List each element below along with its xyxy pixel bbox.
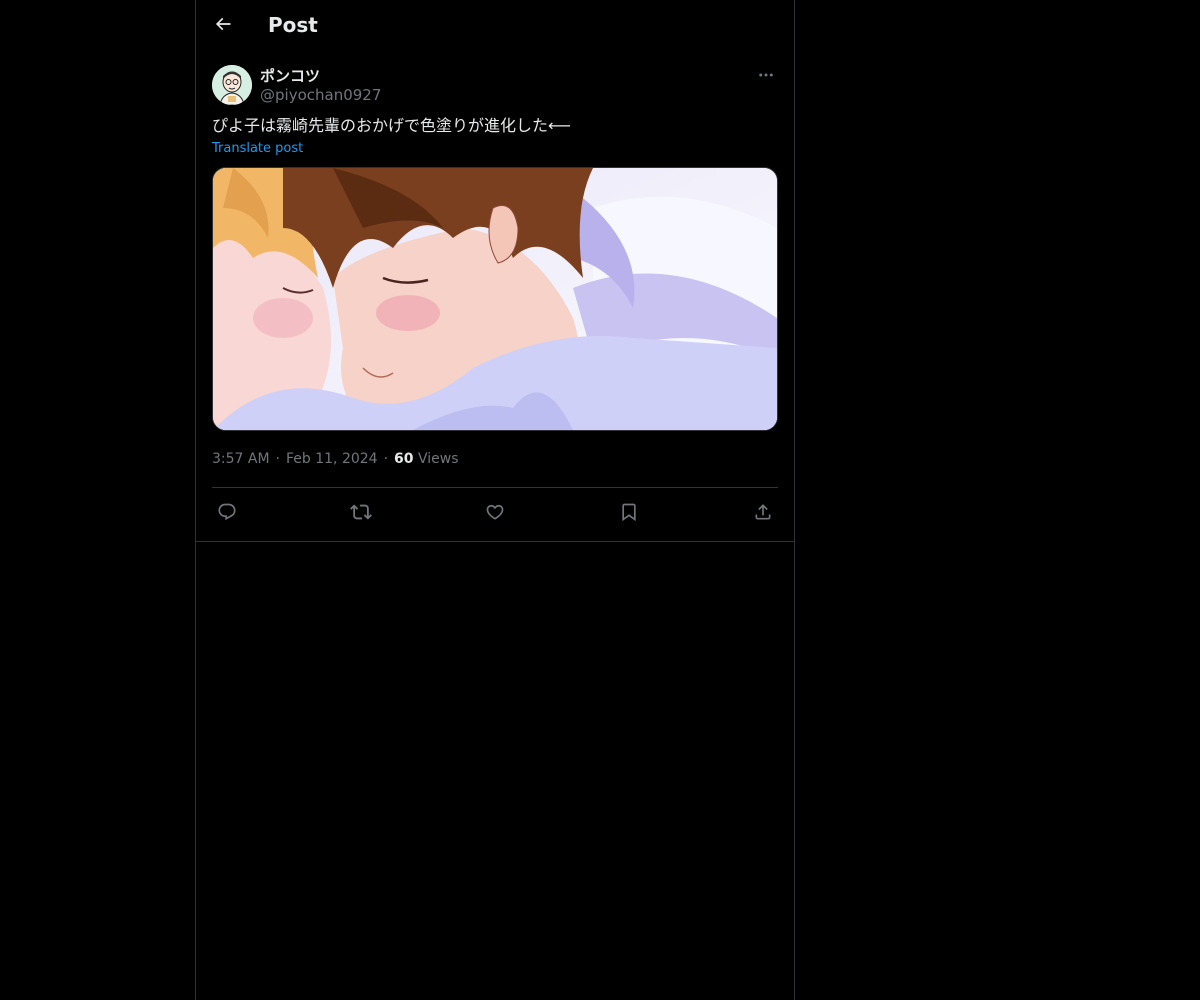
bookmark-icon xyxy=(622,503,636,521)
like-button[interactable] xyxy=(483,500,507,524)
bookmark-button[interactable] xyxy=(617,500,641,524)
share-button[interactable] xyxy=(751,500,775,524)
post-bottom-border xyxy=(196,541,794,542)
illustration-image xyxy=(213,168,777,430)
views-label: Views xyxy=(417,451,459,467)
author-row: ポンコツ @piyochan0927 xyxy=(212,65,778,121)
arrow-left-icon xyxy=(215,17,231,31)
post-image[interactable] xyxy=(212,167,778,431)
reply-icon xyxy=(218,503,236,520)
separator-dot: · xyxy=(275,451,280,467)
post-date[interactable]: Feb 11, 2024 xyxy=(286,451,378,467)
avatar-image xyxy=(212,65,252,105)
post-meta: 3:57 AM · Feb 11, 2024 · 60 Views xyxy=(212,451,778,471)
share-icon xyxy=(755,503,771,519)
post-time[interactable]: 3:57 AM xyxy=(212,451,270,467)
page-title: Post xyxy=(268,13,318,37)
avatar[interactable] xyxy=(212,65,252,105)
translate-post-link[interactable]: Translate post xyxy=(212,141,303,156)
more-options-button[interactable] xyxy=(754,65,778,85)
author-display-name[interactable]: ポンコツ xyxy=(260,65,320,86)
back-button[interactable] xyxy=(208,9,238,39)
author-handle[interactable]: @piyochan0927 xyxy=(260,86,381,104)
action-bar xyxy=(212,488,778,535)
separator-dot: · xyxy=(383,451,389,467)
heart-icon xyxy=(486,504,504,520)
post: ポンコツ @piyochan0927 ぴよ子は霧崎先輩のおかげで色塗りが進化した… xyxy=(196,65,794,535)
repost-icon xyxy=(350,504,372,519)
more-icon xyxy=(759,73,773,77)
views-count: 60 xyxy=(394,451,414,467)
page-header: Post xyxy=(196,0,794,53)
main-column: Post ポンコツ @piyochan0927 ぴよ子は霧崎先輩のおかげで色塗り… xyxy=(195,0,795,1000)
reply-button[interactable] xyxy=(215,500,239,524)
repost-button[interactable] xyxy=(349,500,373,524)
